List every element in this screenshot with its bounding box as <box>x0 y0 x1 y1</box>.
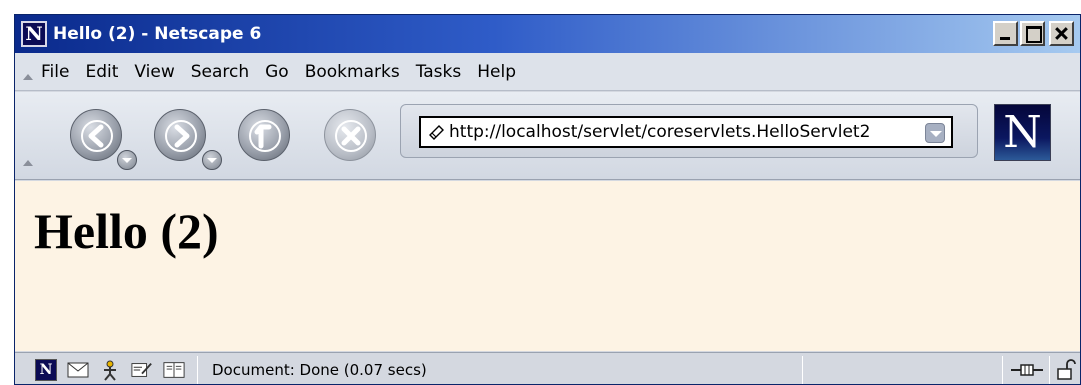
window-controls <box>993 21 1074 46</box>
url-bar[interactable] <box>419 116 953 148</box>
page-heading: Hello (2) <box>34 203 219 259</box>
menu-go[interactable]: Go <box>263 62 291 82</box>
maximize-button[interactable] <box>1020 21 1045 46</box>
close-button[interactable] <box>1049 21 1074 46</box>
stop-button[interactable] <box>324 109 376 161</box>
title-bar[interactable]: N Hello (2) - Netscape 6 <box>15 15 1080 53</box>
forward-button[interactable] <box>154 109 206 161</box>
menu-search[interactable]: Search <box>189 62 251 82</box>
netscape-throbber-icon[interactable]: N <box>994 104 1051 161</box>
window-title: Hello (2) - Netscape 6 <box>53 24 262 44</box>
page-proxy-icon[interactable] <box>427 122 447 142</box>
menu-file[interactable]: File <box>39 62 71 82</box>
menu-bar: File Edit View Search Go Bookmarks Tasks… <box>15 53 1080 91</box>
arrow-right-icon <box>165 120 197 152</box>
composer-icon[interactable] <box>131 359 153 381</box>
stop-icon <box>335 120 367 152</box>
minimize-button[interactable] <box>993 21 1018 46</box>
menu-tasks[interactable]: Tasks <box>414 62 464 82</box>
status-separator <box>197 355 198 384</box>
status-text: Document: Done (0.07 secs) <box>212 360 427 379</box>
forward-dropdown-button[interactable] <box>202 150 222 170</box>
menubar-grippy-icon[interactable] <box>23 73 33 80</box>
url-bar-frame <box>400 104 978 158</box>
menu-view[interactable]: View <box>132 62 176 82</box>
status-separator <box>1049 356 1050 384</box>
browser-window: N Hello (2) - Netscape 6 File Edit View … <box>14 14 1081 385</box>
page-content: Hello (2) <box>15 181 1080 351</box>
netscape-logo-icon[interactable]: N <box>21 21 47 47</box>
reload-icon <box>249 120 281 152</box>
mail-icon[interactable] <box>67 359 89 381</box>
navigator-icon[interactable]: N <box>35 358 57 381</box>
navbar-grippy-icon[interactable] <box>23 160 33 166</box>
instant-messenger-icon[interactable] <box>99 359 121 381</box>
back-button[interactable] <box>70 109 122 161</box>
status-right-icons <box>1002 356 1076 384</box>
status-separator <box>1002 356 1003 384</box>
url-history-dropdown-button[interactable] <box>925 123 945 143</box>
menu-bookmarks[interactable]: Bookmarks <box>303 62 402 82</box>
back-dropdown-button[interactable] <box>117 150 137 170</box>
status-separator <box>802 355 803 384</box>
reload-button[interactable] <box>238 109 290 161</box>
menu-help[interactable]: Help <box>475 62 518 82</box>
url-input[interactable] <box>449 122 909 142</box>
status-bar: N Document: Done (0.07 secs) <box>15 352 1080 384</box>
menu-edit[interactable]: Edit <box>83 62 120 82</box>
arrow-left-icon <box>81 120 113 152</box>
address-book-icon[interactable] <box>163 359 185 381</box>
online-connection-icon[interactable] <box>1011 361 1043 379</box>
navigation-toolbar: N <box>15 92 1080 180</box>
security-lock-icon[interactable] <box>1056 359 1076 381</box>
